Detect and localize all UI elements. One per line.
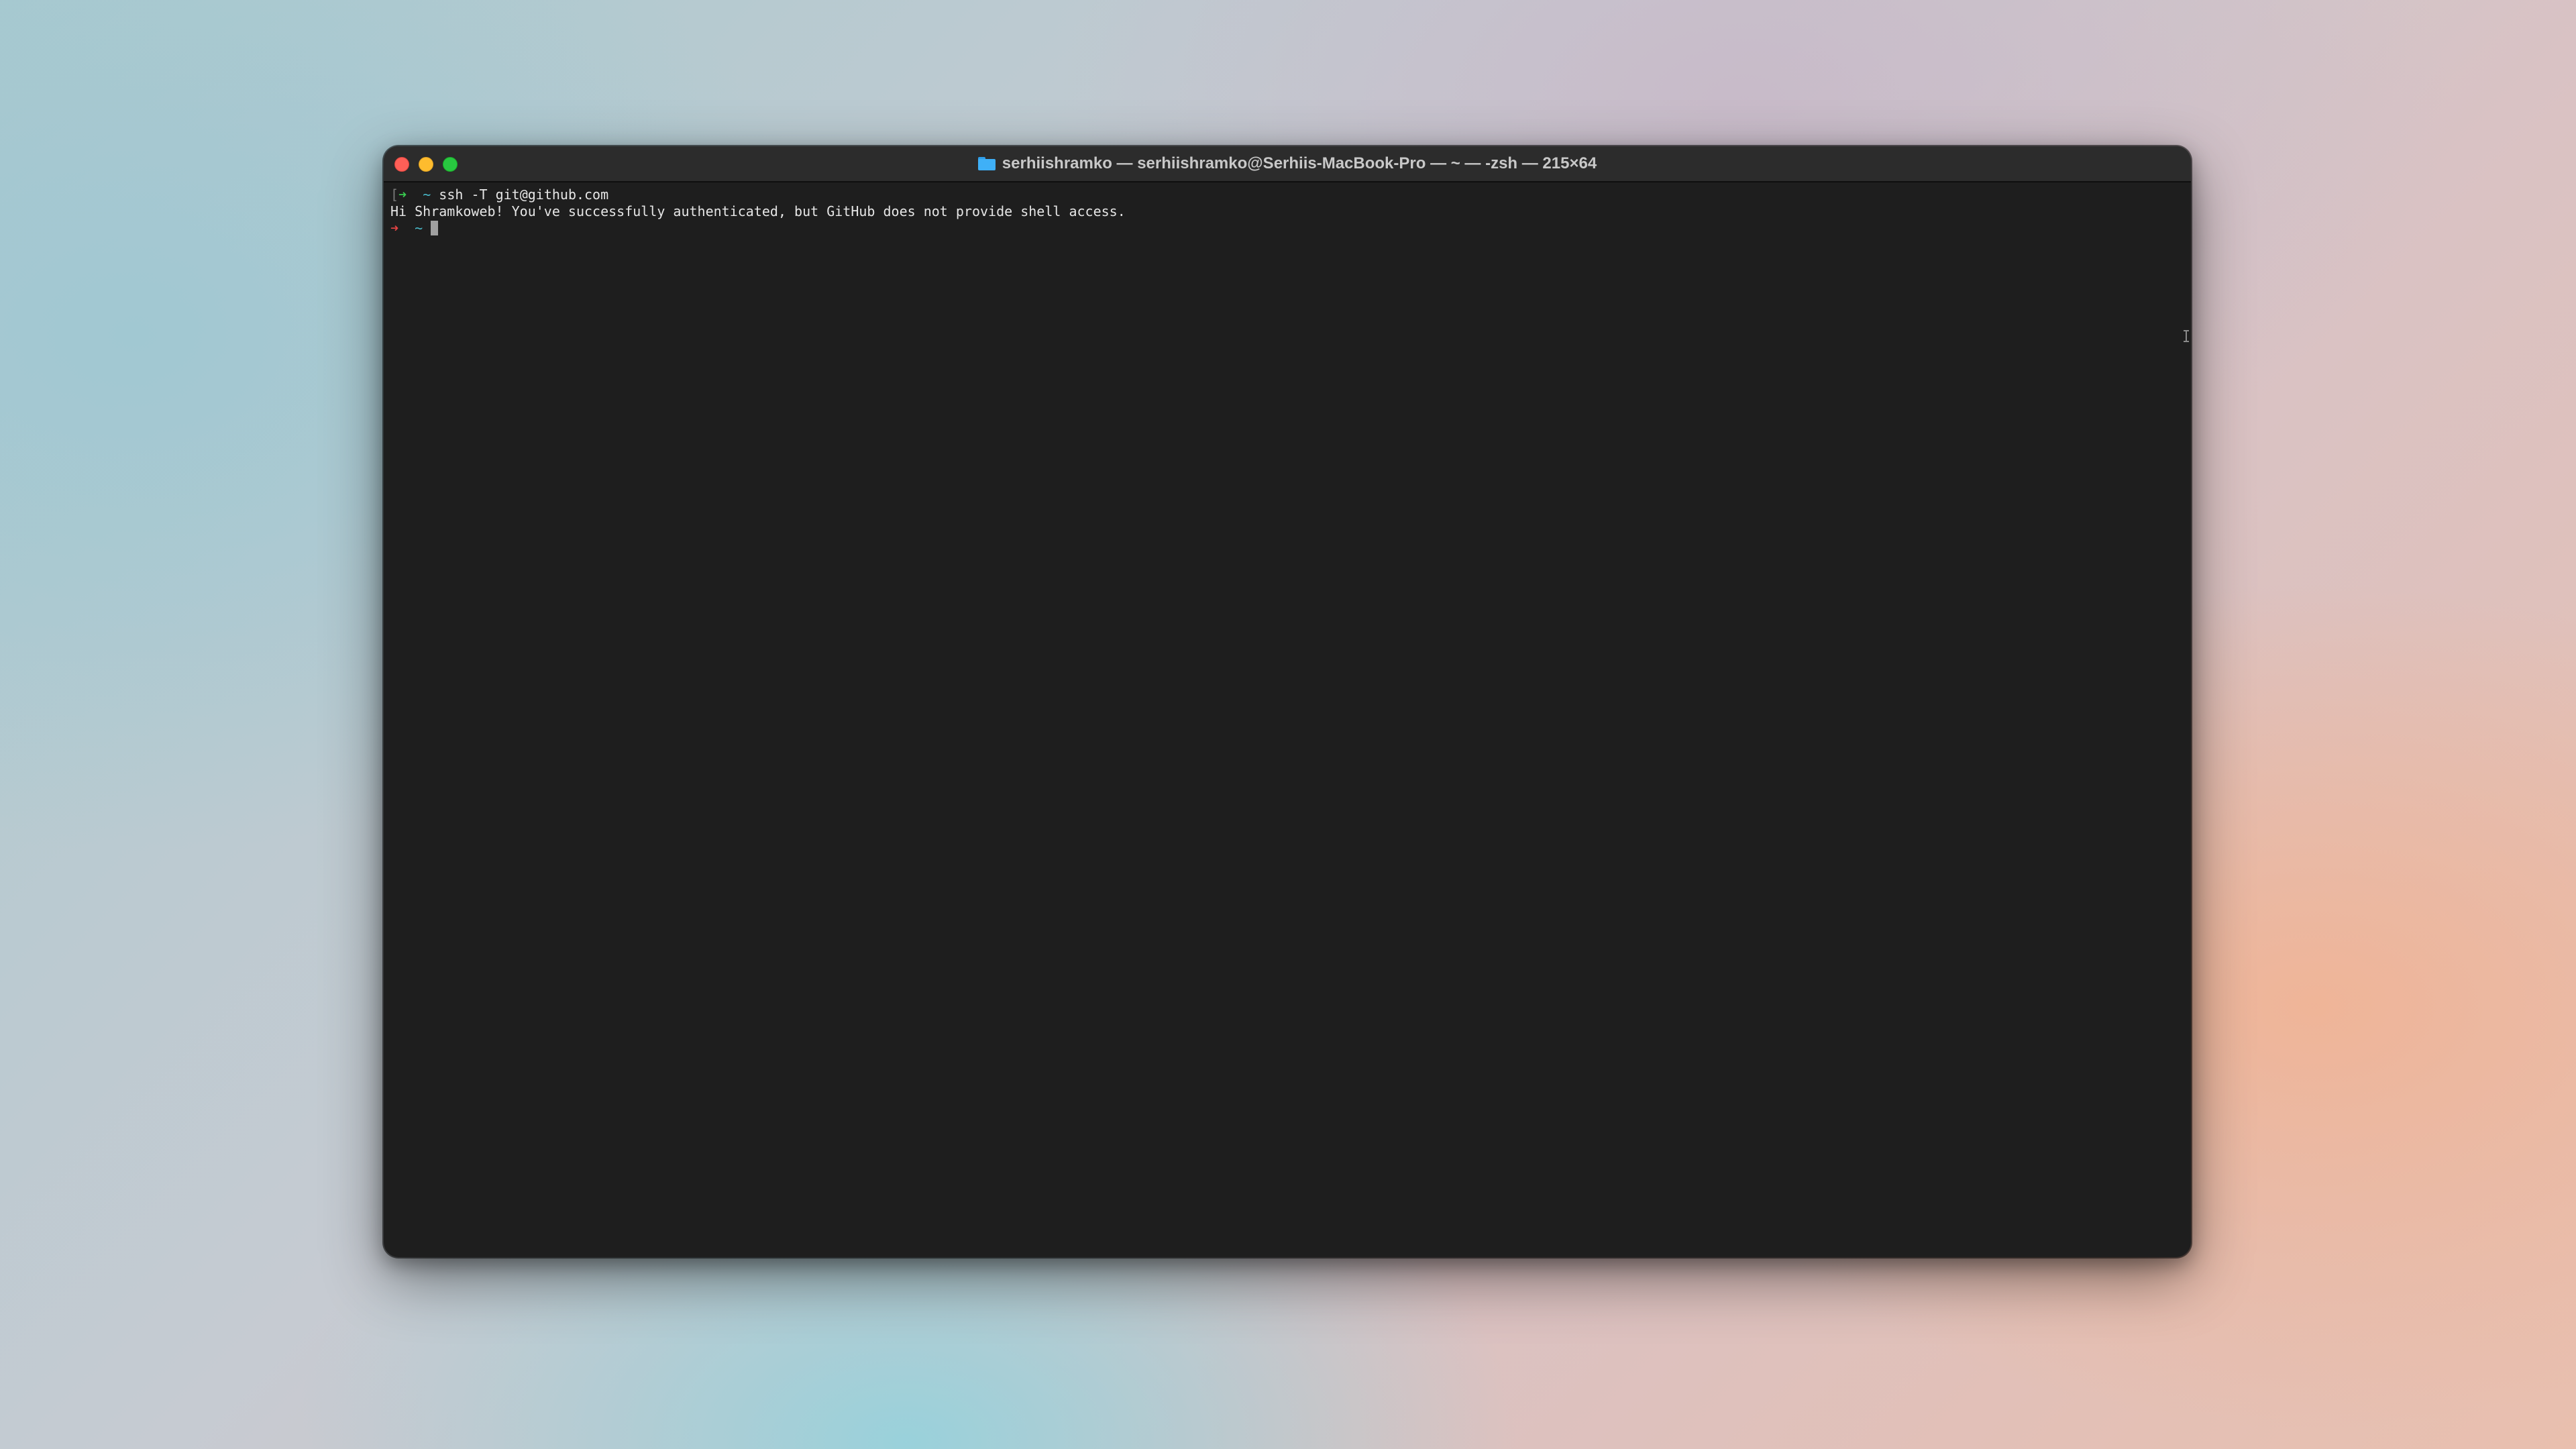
terminal-line-prompt[interactable]: ➜ ~ (390, 220, 2178, 237)
folder-icon (977, 157, 996, 170)
title-bar[interactable]: serhiishramko — serhiishramko@Serhiis-Ma… (384, 146, 2191, 182)
text-cursor (431, 221, 439, 235)
prompt-cwd: ~ (423, 186, 431, 203)
text-cursor-indicator-icon (2184, 330, 2189, 342)
line-mark: [ (390, 186, 399, 203)
terminal-line-command: [➜ ~ ssh -T git@github.com (390, 186, 2178, 203)
prompt-arrow-icon: ➜ (390, 220, 399, 236)
prompt-cwd: ~ (415, 220, 423, 236)
command-text: ssh -T git@github.com (439, 186, 609, 203)
prompt-arrow-icon: ➜ (398, 186, 407, 203)
output-text: Hi Shramkoweb! You've successfully authe… (390, 203, 1126, 219)
terminal-line-output: Hi Shramkoweb! You've successfully authe… (390, 203, 2178, 220)
terminal-window[interactable]: serhiishramko — serhiishramko@Serhiis-Ma… (384, 146, 2191, 1257)
window-title-area: serhiishramko — serhiishramko@Serhiis-Ma… (384, 146, 2191, 181)
terminal-content[interactable]: [➜ ~ ssh -T git@github.com Hi Shramkoweb… (390, 186, 2178, 1257)
window-title: serhiishramko — serhiishramko@Serhiis-Ma… (1002, 154, 1597, 172)
